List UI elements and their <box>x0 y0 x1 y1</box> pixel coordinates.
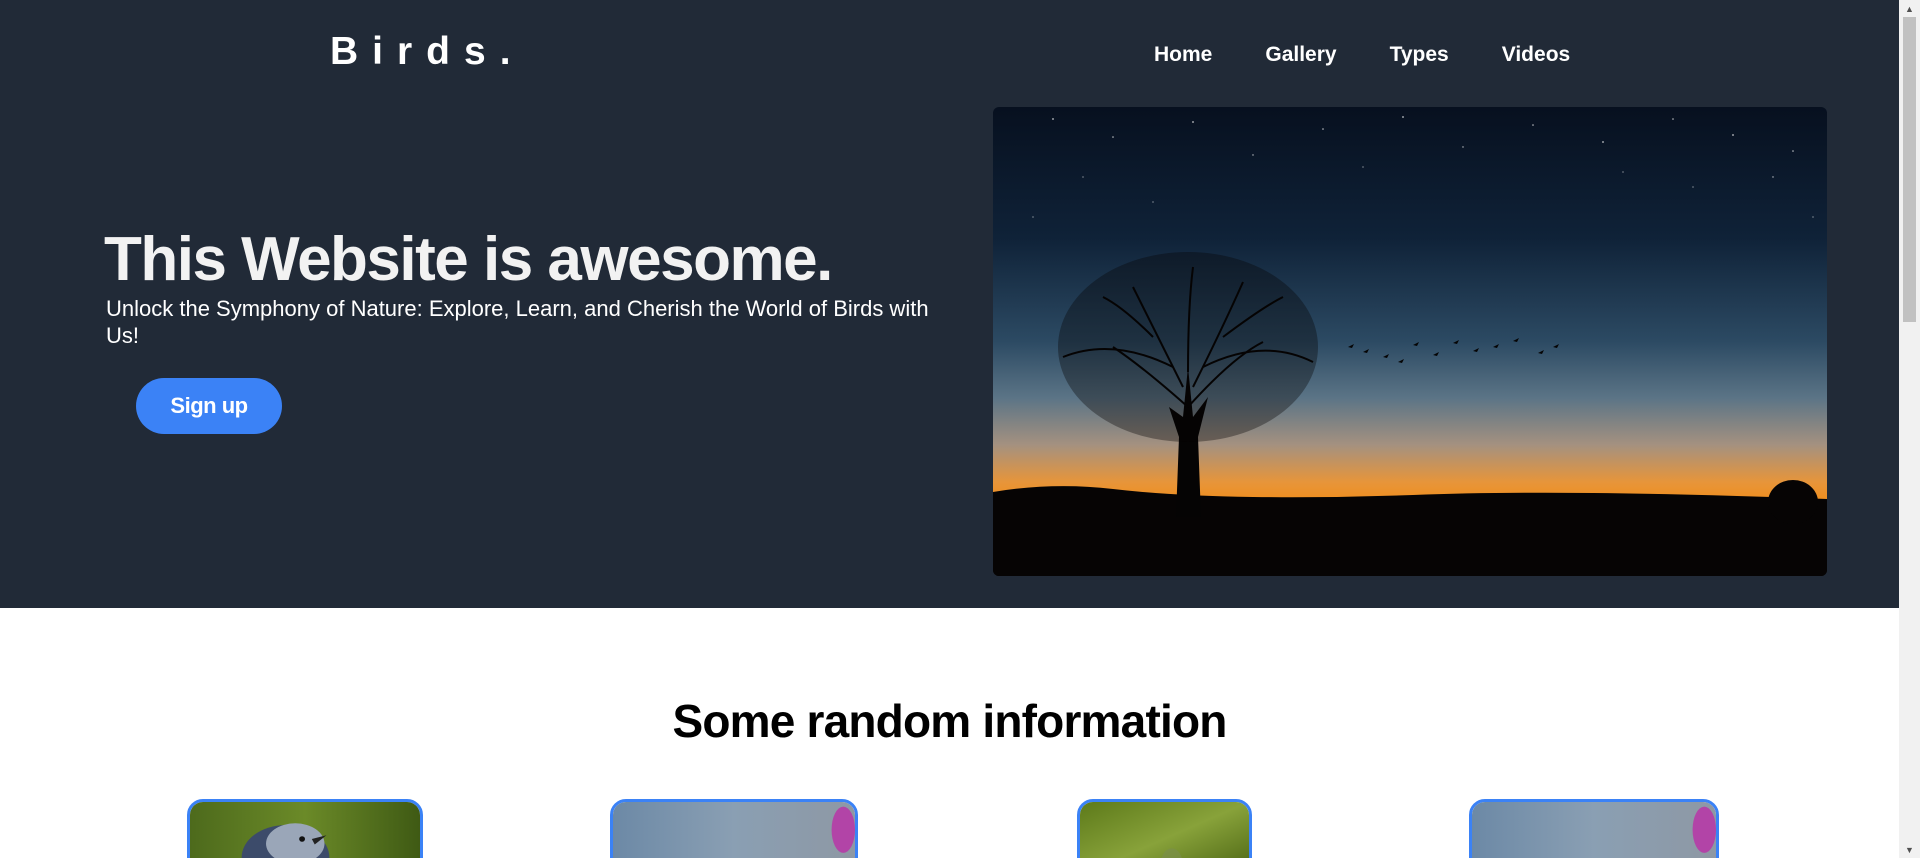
nav-videos-link[interactable]: Videos <box>1502 43 1570 67</box>
site-logo[interactable]: Birds. <box>330 30 525 74</box>
bird-flower-image <box>613 802 855 858</box>
nav-gallery-link[interactable]: Gallery <box>1265 43 1336 67</box>
hero-headline: This Website is awesome. <box>104 225 833 294</box>
page-viewport: Birds. Home Gallery Types Videos This We… <box>0 0 1899 858</box>
blue-jay-image <box>190 802 420 858</box>
info-card-green-bird[interactable] <box>1077 799 1252 858</box>
signup-button[interactable]: Sign up <box>136 378 282 434</box>
vertical-scrollbar[interactable]: ▲ ▼ <box>1899 0 1920 858</box>
info-section-title: Some random information <box>672 695 1227 747</box>
scrollbar-thumb[interactable] <box>1903 17 1916 322</box>
scroll-up-arrow-icon[interactable]: ▲ <box>1899 0 1920 17</box>
info-card-blue-jay[interactable] <box>187 799 423 858</box>
nav-home-link[interactable]: Home <box>1154 43 1212 67</box>
hero-section: Birds. Home Gallery Types Videos This We… <box>0 0 1899 608</box>
hero-subline: Unlock the Symphony of Nature: Explore, … <box>106 296 929 348</box>
nav-types-link[interactable]: Types <box>1390 43 1449 67</box>
main-nav: Home Gallery Types Videos <box>1154 43 1570 67</box>
green-bird-image <box>1080 802 1249 858</box>
bird-flower-image <box>1472 802 1716 858</box>
info-card-bird-flower[interactable] <box>610 799 858 858</box>
info-card-bird-flower-2[interactable] <box>1469 799 1719 858</box>
scroll-down-arrow-icon[interactable]: ▼ <box>1899 841 1920 858</box>
sunset-tree-birds-image <box>993 107 1827 576</box>
